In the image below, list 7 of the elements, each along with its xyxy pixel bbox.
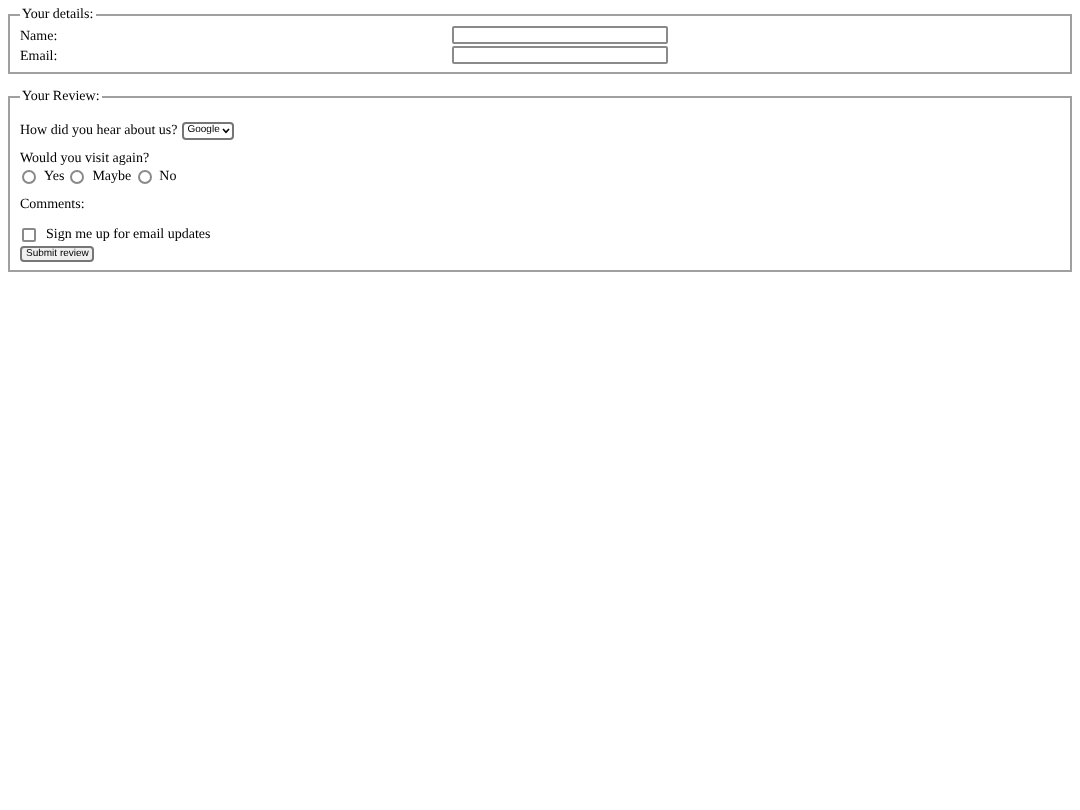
radio-button[interactable]	[22, 170, 36, 184]
checkbox[interactable]	[22, 228, 36, 242]
input-field[interactable]	[451, 46, 668, 64]
radio-button[interactable]	[70, 170, 85, 184]
input-field[interactable]	[451, 26, 668, 44]
caret-icon	[221, 128, 230, 134]
radio-button[interactable]	[137, 170, 152, 184]
